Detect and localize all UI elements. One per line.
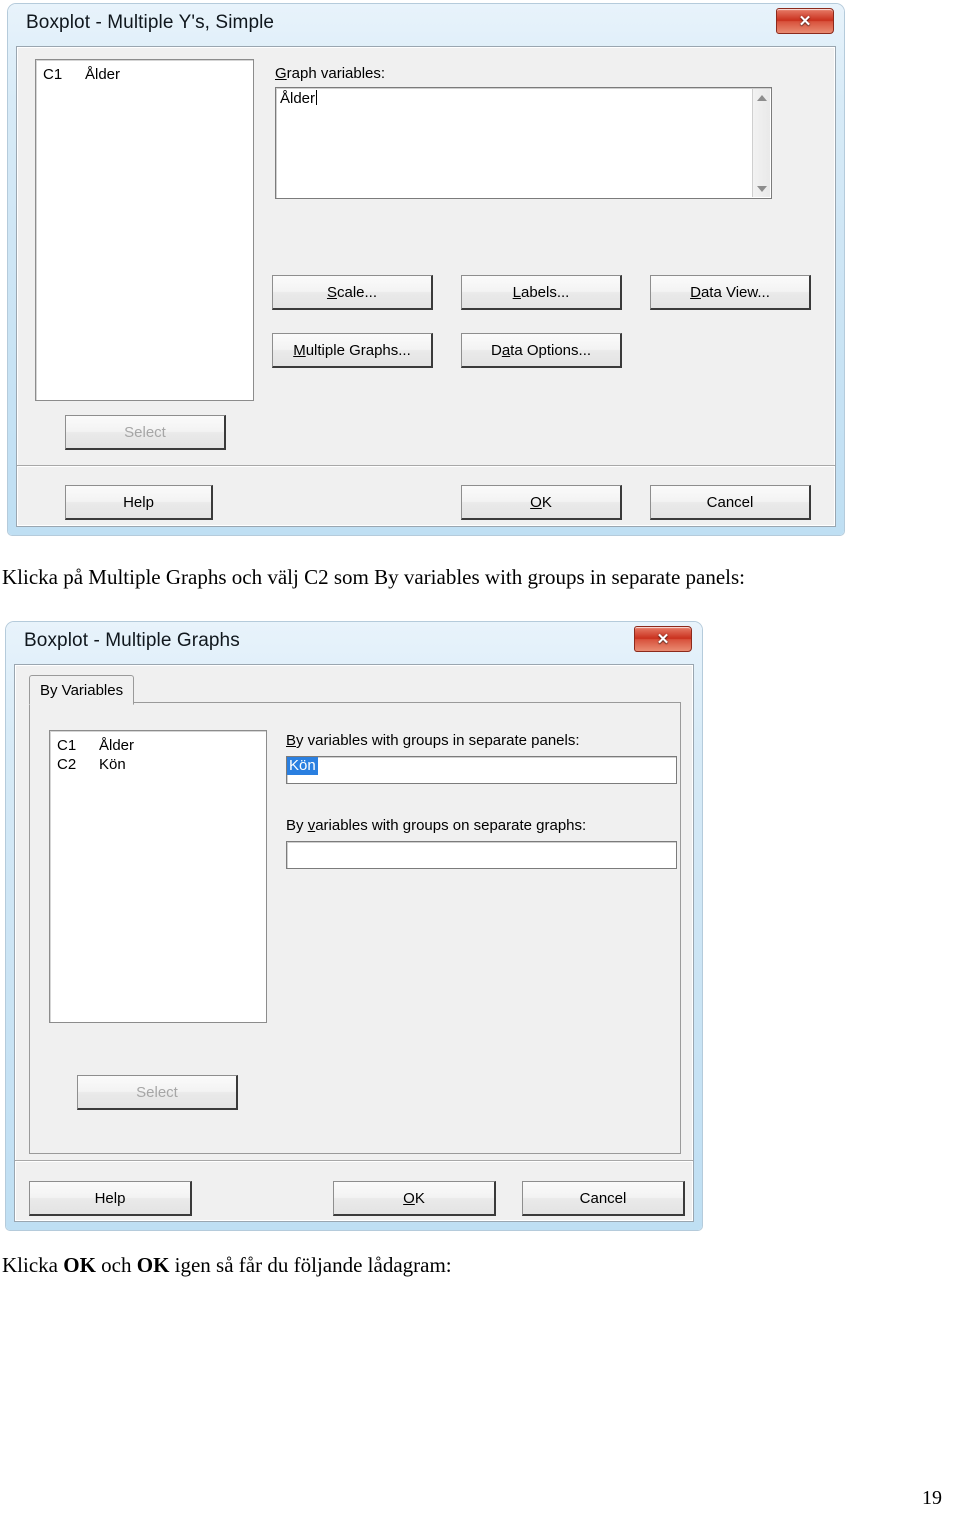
list-item[interactable]: C1 Ålder [36, 66, 253, 83]
caption-ok-2: OK [136, 1253, 170, 1277]
dialog1-variable-list[interactable]: C1 Ålder [35, 59, 254, 401]
tab-by-variables[interactable]: By Variables [29, 675, 135, 705]
dialog1-client-area: C1 Ålder Graph variables: Ålder Scale... … [16, 46, 836, 527]
ok-button-label: K [414, 1189, 425, 1207]
by-variables-graphs-label-pre: By [286, 817, 308, 834]
dialog2-separator [15, 1160, 693, 1161]
dialog1-titlebar[interactable]: Boxplot - Multiple Y's, Simple ✕ [8, 4, 844, 46]
help-button[interactable]: Help [29, 1181, 192, 1216]
dialog2-title: Boxplot - Multiple Graphs [24, 630, 240, 651]
multiple-graphs-button[interactable]: Multiple Graphs... [272, 333, 433, 368]
scroll-down-icon[interactable] [753, 180, 770, 197]
data-options-button-pre: D [490, 341, 502, 359]
scale-button[interactable]: Scale... [272, 275, 433, 310]
close-glyph: ✕ [656, 630, 670, 648]
close-icon[interactable]: ✕ [776, 8, 834, 34]
graph-variables-value: Ålder [280, 90, 316, 107]
list-item-label: Ålder [85, 66, 121, 83]
by-variables-graphs-label-rest: ariables with groups on separate graphs: [315, 817, 587, 834]
cancel-button[interactable]: Cancel [522, 1181, 685, 1216]
list-item-id: C1 [57, 737, 77, 754]
data-view-button[interactable]: Data View... [650, 275, 811, 310]
help-button-label: Help [123, 493, 154, 511]
cancel-button-label: Cancel [579, 1189, 627, 1207]
by-variables-graphs-input[interactable] [286, 841, 677, 869]
scale-button-label: cale... [336, 283, 378, 301]
data-view-button-mnemonic: D [690, 283, 701, 301]
scale-button-mnemonic: S [326, 283, 337, 301]
dialog2-variable-list[interactable]: C1 Ålder C2 Kön [49, 730, 267, 1023]
dialog1-separator [17, 465, 835, 466]
ok-button-mnemonic: O [530, 493, 542, 511]
list-item-label: Kön [99, 756, 126, 773]
caption-text-pre: Klicka [2, 1253, 64, 1277]
labels-button[interactable]: Labels... [461, 275, 622, 310]
labels-button-mnemonic: L [512, 283, 521, 301]
dialog2-client-area: By Variables C1 Ålder C2 Kön By variables … [14, 664, 694, 1222]
tab-by-variables-label: By Variables [40, 681, 124, 699]
by-variables-panels-label-mnemonic: B [286, 732, 297, 749]
dialog1-title: Boxplot - Multiple Y's, Simple [26, 12, 275, 33]
select-button: Select [77, 1075, 238, 1110]
caption-text-mid: och [95, 1253, 137, 1277]
graph-variables-input[interactable]: Ålder [275, 87, 772, 199]
graph-variables-label: Graph variables: [275, 65, 385, 82]
graph-variables-label-rest: raph variables: [286, 65, 386, 82]
ok-button-mnemonic: O [403, 1189, 415, 1207]
cancel-button[interactable]: Cancel [650, 485, 811, 520]
by-variables-panels-input[interactable]: Kön [286, 756, 677, 784]
list-item-label: Ålder [99, 737, 135, 754]
select-button: Select [65, 415, 226, 450]
caption-multiple-graphs-instruction: Klicka på Multiple Graphs och välj C2 so… [2, 565, 745, 590]
graph-variables-label-mnemonic: G [275, 65, 287, 82]
data-view-button-label: ata View... [700, 283, 770, 301]
dialog2-titlebar[interactable]: Boxplot - Multiple Graphs ✕ [6, 622, 702, 664]
list-item[interactable]: C2 Kön [50, 756, 266, 773]
cancel-button-label: Cancel [706, 493, 754, 511]
list-item[interactable]: C1 Ålder [50, 737, 266, 754]
ok-button-label: K [541, 493, 552, 511]
by-variables-panels-label: By variables with groups in separate pan… [286, 732, 580, 749]
multiple-graphs-button-label: ultiple Graphs... [305, 341, 411, 359]
help-button-label: Help [94, 1189, 126, 1207]
dialog-boxplot-multiple-graphs: Boxplot - Multiple Graphs ✕ By Variables… [6, 622, 702, 1230]
caption-click-ok-instruction: Klicka OK och OK igen så får du följande… [2, 1253, 452, 1278]
by-variables-panels-label-rest: y variables with groups in separate pane… [296, 732, 580, 749]
graph-variables-scrollbar[interactable] [752, 89, 770, 197]
select-button-label: Select [136, 1083, 178, 1101]
data-options-button[interactable]: Data Options... [461, 333, 622, 368]
by-variables-graphs-label: By variables with groups on separate gra… [286, 817, 586, 834]
labels-button-label: abels... [520, 283, 570, 301]
multiple-graphs-button-mnemonic: M [293, 341, 306, 359]
dialog-boxplot-multiple-ys-simple: Boxplot - Multiple Y's, Simple ✕ C1 Ålder… [8, 4, 844, 535]
data-options-button-label: ta Options... [510, 341, 592, 359]
by-variables-graphs-value [287, 853, 291, 855]
page-number: 19 [922, 1487, 942, 1509]
list-item-id: C2 [57, 756, 77, 773]
caption-text: Klicka på Multiple Graphs och välj C2 so… [2, 565, 746, 589]
list-item-id: C1 [43, 66, 63, 83]
select-button-label: Select [124, 423, 166, 441]
close-icon[interactable]: ✕ [634, 626, 692, 652]
scroll-up-icon[interactable] [753, 89, 770, 106]
ok-button[interactable]: OK [461, 485, 622, 520]
ok-button[interactable]: OK [333, 1181, 496, 1216]
text-caret [316, 90, 318, 105]
data-options-button-mnemonic: a [501, 341, 511, 359]
help-button[interactable]: Help [65, 485, 213, 520]
caption-text-post: igen så får du följande lådagram: [169, 1253, 452, 1277]
close-glyph: ✕ [798, 12, 812, 30]
by-variables-panels-value: Kön [287, 757, 318, 775]
caption-ok-1: OK [63, 1253, 96, 1277]
by-variables-panels-value-wrap: Kön [287, 757, 318, 775]
